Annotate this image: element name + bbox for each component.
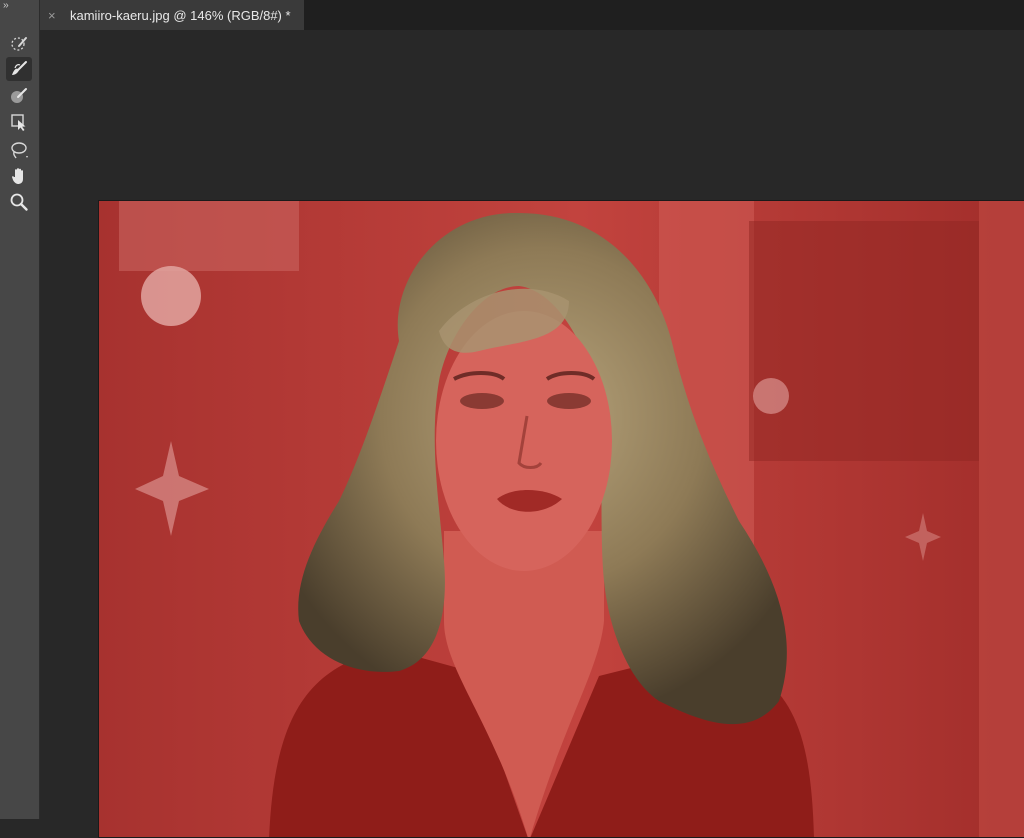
zoom-tool-icon: [10, 193, 28, 211]
document-tab[interactable]: × kamiiro-kaeru.jpg @ 146% (RGB/8#) *: [40, 0, 304, 30]
tools-panel: ››: [0, 0, 40, 819]
zoom-tool-button[interactable]: [6, 190, 32, 214]
hand-tool-icon: [12, 168, 23, 184]
right-eye: [547, 393, 591, 409]
quick-selection-tool-button[interactable]: [6, 32, 32, 56]
object-selection-tool-button[interactable]: [6, 110, 32, 134]
lasso-tool-icon: [11, 142, 28, 159]
object-selection-tool-icon: [11, 114, 26, 131]
photo-with-mask-overlay: [99, 201, 1024, 837]
refine-edge-brush-button[interactable]: [6, 84, 32, 108]
collapse-panel-button[interactable]: ››: [3, 0, 9, 11]
hand-tool-button[interactable]: [6, 164, 32, 188]
left-eye: [460, 393, 504, 409]
lasso-tool-button[interactable]: [6, 138, 32, 162]
wall-clock: [141, 266, 201, 326]
document-tab-title: kamiiro-kaeru.jpg @ 146% (RGB/8#) *: [70, 7, 291, 23]
refine-edge-brush-icon: [11, 88, 27, 103]
brush-tool-button[interactable]: [6, 57, 32, 81]
close-tab-icon[interactable]: ×: [48, 8, 62, 23]
document-tab-bar: × kamiiro-kaeru.jpg @ 146% (RGB/8#) *: [40, 0, 1024, 30]
brush-tool-icon: [12, 61, 27, 75]
quick-selection-tool-icon: [11, 37, 27, 51]
document-canvas[interactable]: [98, 200, 1024, 838]
workspace: [40, 30, 1024, 838]
